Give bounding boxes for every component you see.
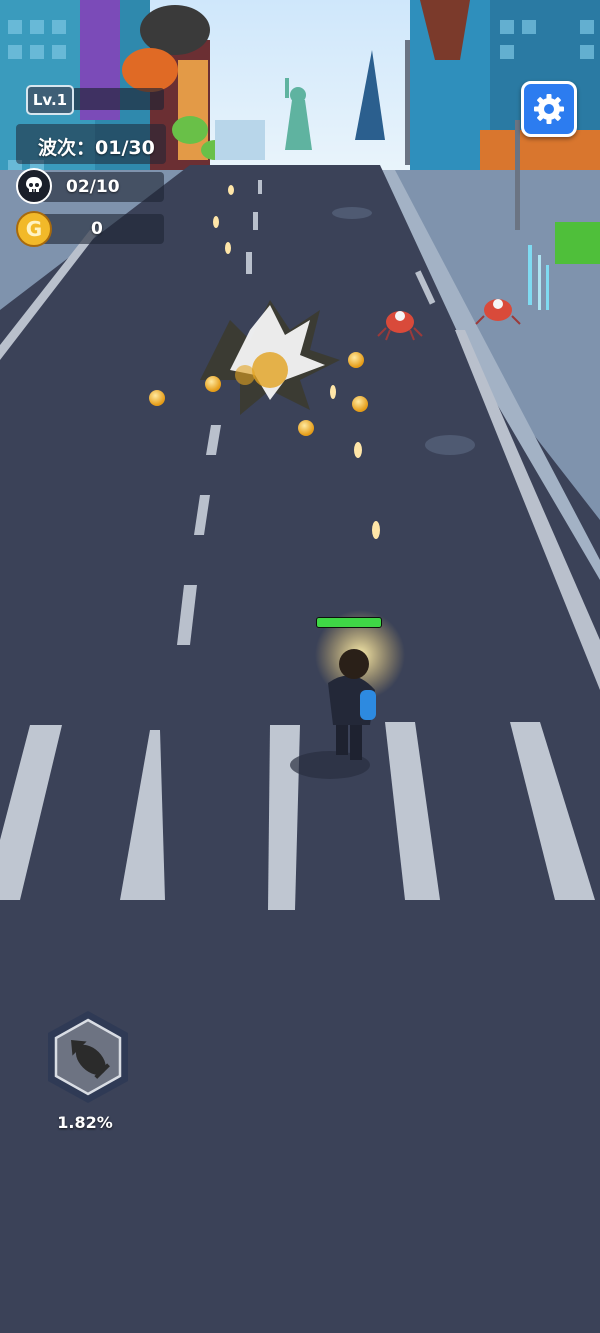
bomb-charge-percent: 1.82%	[57, 1113, 113, 1132]
settings-button[interactable]	[521, 81, 577, 137]
skull-icon	[16, 168, 52, 204]
wave-counter: 波次：01/30	[38, 137, 155, 159]
player-health-fill	[317, 618, 381, 627]
bomb-skill-button[interactable]	[43, 1008, 133, 1108]
coins-counter: 0	[91, 219, 103, 239]
level-progress-bar	[72, 88, 164, 110]
coin-icon: G	[16, 211, 52, 247]
level-badge: Lv.1	[26, 85, 74, 115]
player-health-bar	[316, 617, 382, 628]
gear-icon	[534, 94, 564, 124]
kills-counter: 02/10	[66, 177, 120, 197]
